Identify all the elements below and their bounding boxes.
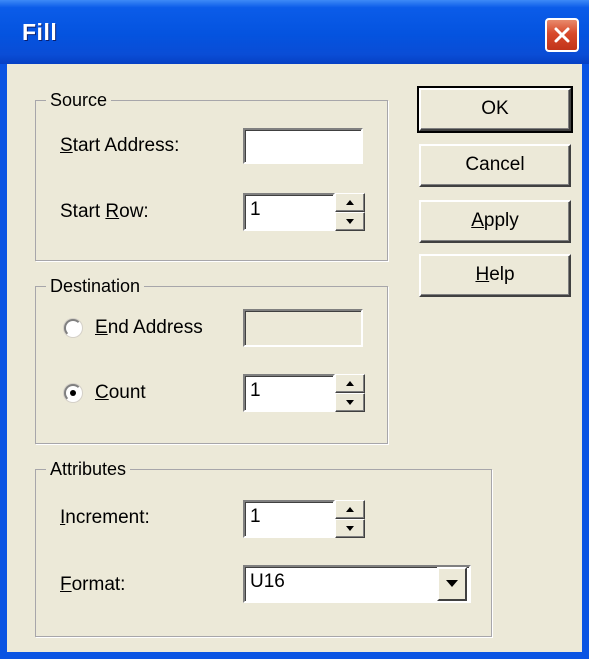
arrow-up-icon <box>346 507 354 512</box>
spin-up-button[interactable] <box>335 193 365 212</box>
format-dropdown-button[interactable] <box>437 567 467 601</box>
dialog-body: Source Start Address: Start Row: 1 Desti… <box>7 64 582 652</box>
cancel-button[interactable]: Cancel <box>419 144 571 187</box>
spin-up-button[interactable] <box>335 500 365 519</box>
increment-input[interactable]: 1 <box>243 500 335 538</box>
arrow-up-icon <box>346 200 354 205</box>
end-address-label: End Address <box>95 317 203 338</box>
spin-down-button[interactable] <box>335 393 365 412</box>
help-button[interactable]: Help <box>419 254 571 297</box>
help-accelerator: H <box>475 264 490 285</box>
spin-up-button[interactable] <box>335 374 365 393</box>
chevron-down-icon <box>446 580 458 587</box>
source-legend: Source <box>46 88 112 112</box>
arrow-down-icon <box>346 400 354 405</box>
source-group: Source <box>35 88 388 261</box>
end-address-radio[interactable] <box>64 319 82 337</box>
apply-label: pply <box>483 210 519 231</box>
count-spinner[interactable] <box>335 374 365 412</box>
format-label: Format: <box>60 574 126 595</box>
apply-button[interactable]: Apply <box>419 200 571 243</box>
start-row-spinner[interactable] <box>335 193 365 231</box>
start-address-input[interactable] <box>243 128 363 164</box>
destination-legend: Destination <box>46 274 145 298</box>
increment-label: Increment: <box>60 507 150 528</box>
arrow-up-icon <box>346 381 354 386</box>
apply-accelerator: A <box>471 210 484 231</box>
close-icon <box>554 27 570 43</box>
increment-spinner[interactable] <box>335 500 365 538</box>
attributes-legend: Attributes <box>46 457 131 481</box>
close-button[interactable] <box>545 18 579 52</box>
fill-dialog: Fill Source Start Address: Start Row: 1 <box>0 0 589 659</box>
count-label: Count <box>95 382 146 403</box>
count-radio[interactable] <box>64 384 82 402</box>
ok-button[interactable]: OK <box>417 86 573 133</box>
title-bar[interactable]: Fill <box>0 0 589 64</box>
start-address-label: Start Address: <box>60 135 180 156</box>
count-input[interactable]: 1 <box>243 374 335 412</box>
end-address-input[interactable] <box>243 309 363 347</box>
radio-selected-dot <box>70 390 76 396</box>
arrow-down-icon <box>346 219 354 224</box>
attributes-group: Attributes <box>35 457 492 637</box>
start-row-label: Start Row: <box>60 201 149 222</box>
help-label: elp <box>489 264 515 285</box>
start-row-input[interactable]: 1 <box>243 193 335 231</box>
window-title: Fill <box>22 19 58 45</box>
spin-down-button[interactable] <box>335 212 365 231</box>
arrow-down-icon <box>346 526 354 531</box>
spin-down-button[interactable] <box>335 519 365 538</box>
